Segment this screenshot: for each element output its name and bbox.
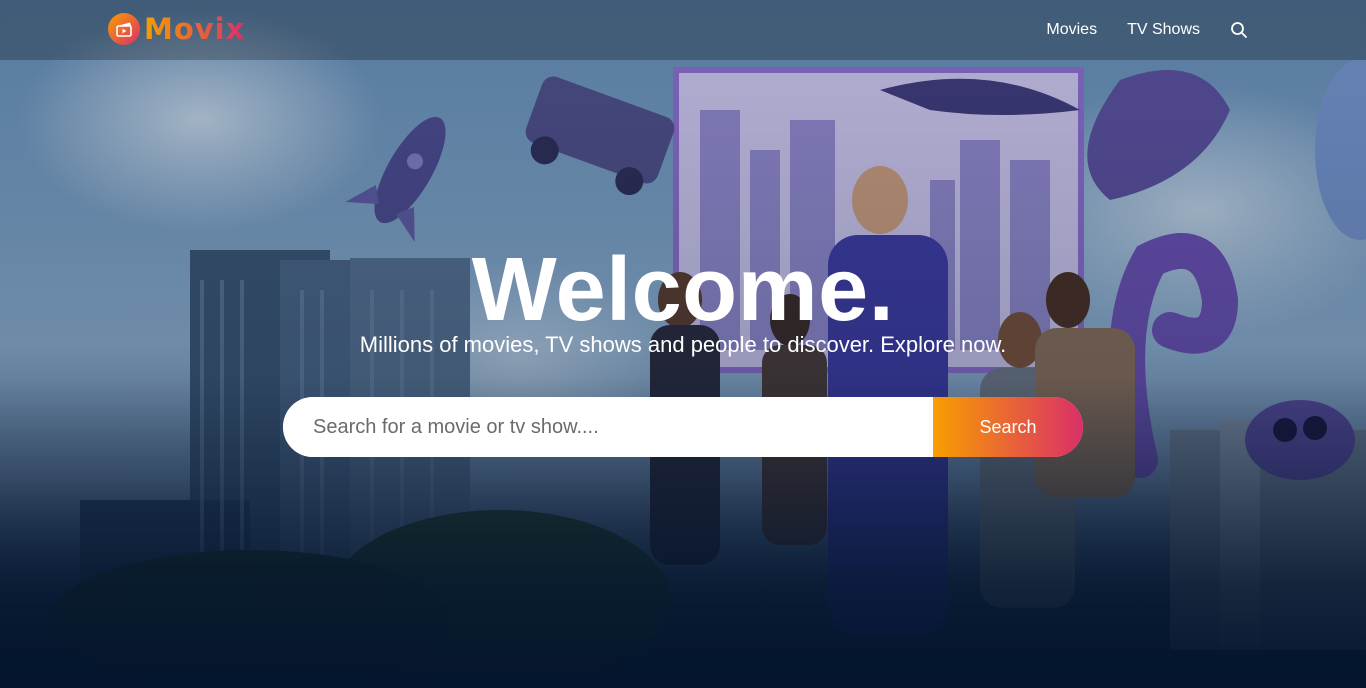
hero-search-bar: Search — [283, 397, 1083, 457]
main-nav: Movies TV Shows — [1046, 0, 1248, 60]
nav-movies-link[interactable]: Movies — [1046, 21, 1097, 39]
logo[interactable]: Movix — [108, 11, 245, 47]
search-icon[interactable] — [1230, 21, 1248, 39]
search-input[interactable] — [283, 397, 933, 457]
hero-content: Welcome. Millions of movies, TV shows an… — [0, 240, 1366, 360]
header: Movix Movies TV Shows — [0, 0, 1366, 60]
hero-subtitle: Millions of movies, TV shows and people … — [359, 332, 1007, 357]
nav-tv-shows-link[interactable]: TV Shows — [1127, 21, 1200, 39]
hero-banner: Movix Movies TV Shows Welcome. Millions … — [0, 0, 1366, 688]
logo-text: Movix — [144, 12, 246, 46]
search-button[interactable]: Search — [933, 397, 1083, 457]
clapperboard-icon — [108, 13, 140, 45]
hero-title: Welcome. — [471, 240, 895, 340]
